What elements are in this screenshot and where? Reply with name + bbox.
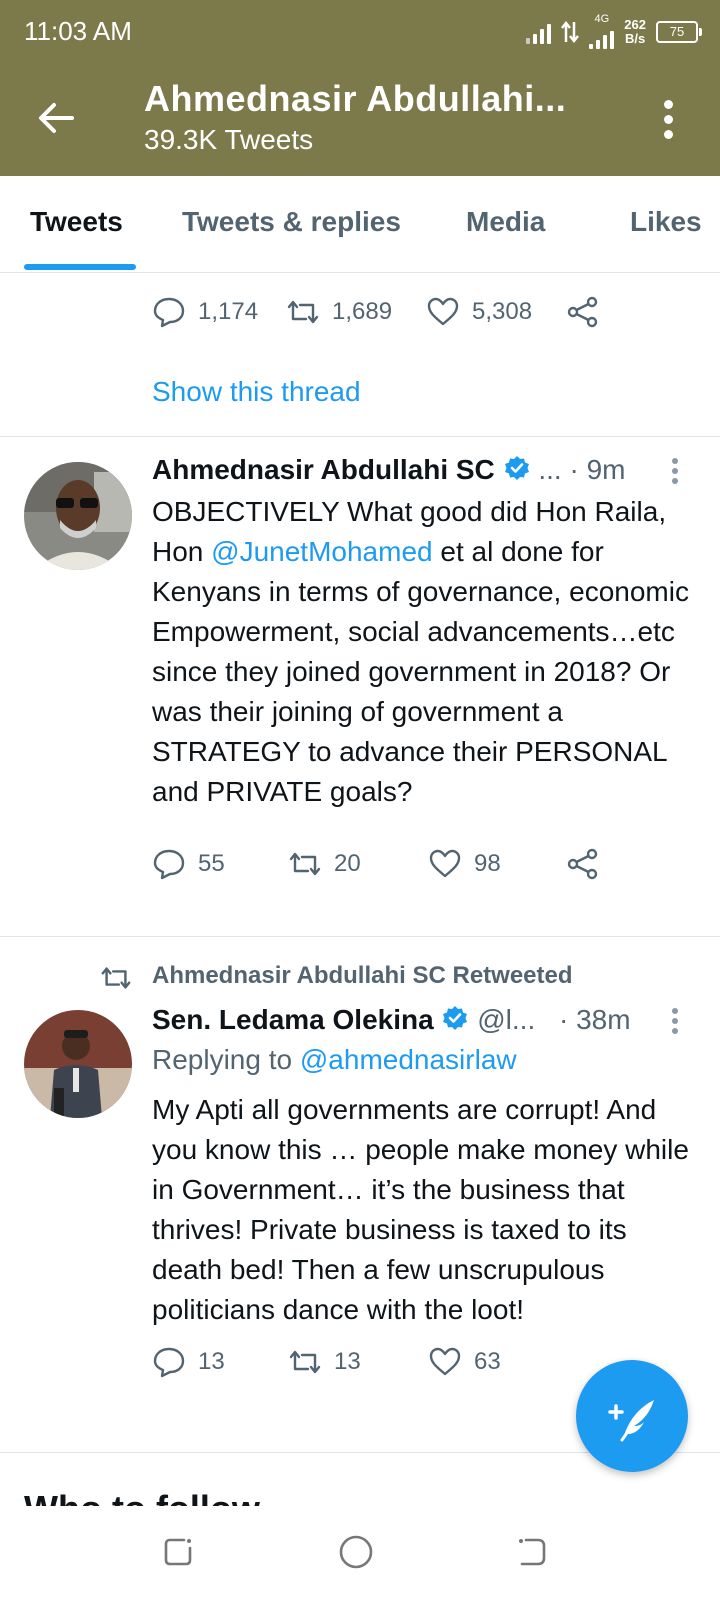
battery-icon: 75 <box>656 20 702 43</box>
author-name[interactable]: Ahmednasir Abdullahi SC <box>152 454 495 485</box>
status-icons: 4G 262 B/s 75 <box>526 13 702 49</box>
reply-icon <box>153 849 185 880</box>
verified-badge-icon <box>443 1006 468 1030</box>
reply-count: 55 <box>198 850 225 877</box>
recent-apps-icon[interactable] <box>162 1536 194 1568</box>
retweet-icon <box>287 300 319 324</box>
share-icon <box>567 848 598 880</box>
like-button[interactable]: 63 <box>428 1345 501 1379</box>
heart-icon <box>427 297 459 326</box>
reply-count: 13 <box>198 1348 225 1375</box>
tweet-time: · 9m <box>569 454 626 485</box>
heart-icon <box>429 849 461 878</box>
reply-icon <box>153 1347 185 1378</box>
like-button[interactable]: 98 <box>428 847 501 881</box>
home-icon[interactable] <box>338 1534 374 1570</box>
tweet-author-line: Sen. Ledama Olekina @l... · 38m <box>152 1004 631 1036</box>
replying-to-link[interactable]: @ahmednasirlaw <box>300 1044 517 1075</box>
tweet-time: · 38m <box>559 1004 631 1035</box>
like-count: 98 <box>474 850 501 877</box>
retweeted-icon <box>101 967 131 989</box>
system-nav-bar <box>0 1506 720 1600</box>
retweet-button[interactable]: 20 <box>288 847 361 881</box>
share-button[interactable] <box>566 295 600 329</box>
verified-badge-icon <box>504 456 529 480</box>
status-bar: 11:03 AM 4G 262 B/s 75 <box>0 0 720 64</box>
data-transfer-icon <box>561 20 580 43</box>
author-name[interactable]: Sen. Ledama Olekina <box>152 1004 434 1035</box>
reply-button[interactable]: 55 <box>152 847 225 881</box>
reply-button[interactable]: 1,174 <box>152 295 258 329</box>
divider <box>0 936 720 937</box>
reply-icon <box>153 297 185 328</box>
more-options-icon[interactable] <box>662 100 674 140</box>
compose-quill-icon <box>608 1400 654 1442</box>
share-button[interactable] <box>566 847 600 881</box>
tweet-count: 39.3K Tweets <box>144 124 314 155</box>
network-speed: 262 B/s <box>624 16 646 46</box>
tweet-menu-icon[interactable] <box>672 1008 680 1038</box>
like-count: 63 <box>474 1348 501 1375</box>
page-title: Ahmednasir Abdullahi... <box>144 78 567 119</box>
profile-tabs: Tweets Tweets & replies Media Likes <box>0 176 720 273</box>
replying-to-line: Replying to @ahmednasirlaw <box>152 1044 517 1076</box>
tweet-menu-icon[interactable] <box>672 458 680 488</box>
show-thread-link[interactable]: Show this thread <box>152 376 361 408</box>
avatar[interactable] <box>24 462 132 570</box>
tweet-author-line: Ahmednasir Abdullahi SC ... · 9m <box>152 454 625 486</box>
reply-count: 1,174 <box>198 298 259 325</box>
author-handle: @l... <box>477 1004 536 1035</box>
status-time: 11:03 AM <box>24 16 132 46</box>
wifi-signal-icon <box>526 20 552 44</box>
tab-tweets-replies[interactable]: Tweets & replies <box>182 206 401 238</box>
retweet-icon <box>289 852 321 876</box>
cell-signal-icon <box>589 25 615 49</box>
tab-tweets[interactable]: Tweets <box>30 206 123 238</box>
tab-media[interactable]: Media <box>466 206 545 238</box>
profile-header: Ahmednasir Abdullahi... 39.3K Tweets <box>0 64 720 176</box>
divider <box>0 436 720 437</box>
speed-value: 262 <box>624 16 646 32</box>
heart-icon <box>429 1347 461 1376</box>
tab-likes[interactable]: Likes <box>630 206 702 238</box>
who-to-follow-heading: Who to follow <box>24 1488 260 1506</box>
compose-tweet-button[interactable] <box>576 1360 688 1472</box>
retweet-count: 20 <box>334 850 361 877</box>
like-button[interactable]: 5,308 <box>426 295 532 329</box>
retweet-count: 13 <box>334 1348 361 1375</box>
back-nav-icon[interactable] <box>516 1536 548 1568</box>
replying-label: Replying to <box>152 1044 300 1075</box>
avatar[interactable] <box>24 1010 132 1118</box>
tweet-text: My Apti all governments are corrupt! And… <box>152 1094 689 1325</box>
network-type-label: 4G <box>594 13 610 25</box>
tweet-text-part: et al done for Kenyans in terms of gover… <box>152 536 689 807</box>
back-arrow-icon[interactable] <box>36 98 76 138</box>
share-icon <box>567 296 598 328</box>
tweet-text: OBJECTIVELY What good did Hon Raila, Hon… <box>152 492 692 812</box>
speed-unit: B/s <box>625 30 646 46</box>
retweet-count: 1,689 <box>332 298 393 325</box>
author-handle: ... <box>538 454 562 485</box>
retweet-button[interactable]: 13 <box>288 1345 361 1379</box>
reply-button[interactable]: 13 <box>152 1345 225 1379</box>
retweet-button[interactable]: 1,689 <box>286 295 392 329</box>
like-count: 5,308 <box>472 298 533 325</box>
mention-link[interactable]: @JunetMohamed <box>211 536 432 567</box>
retweeted-by-label: Ahmednasir Abdullahi SC Retweeted <box>152 962 573 989</box>
tab-indicator <box>24 264 136 270</box>
retweet-icon <box>289 1350 321 1374</box>
